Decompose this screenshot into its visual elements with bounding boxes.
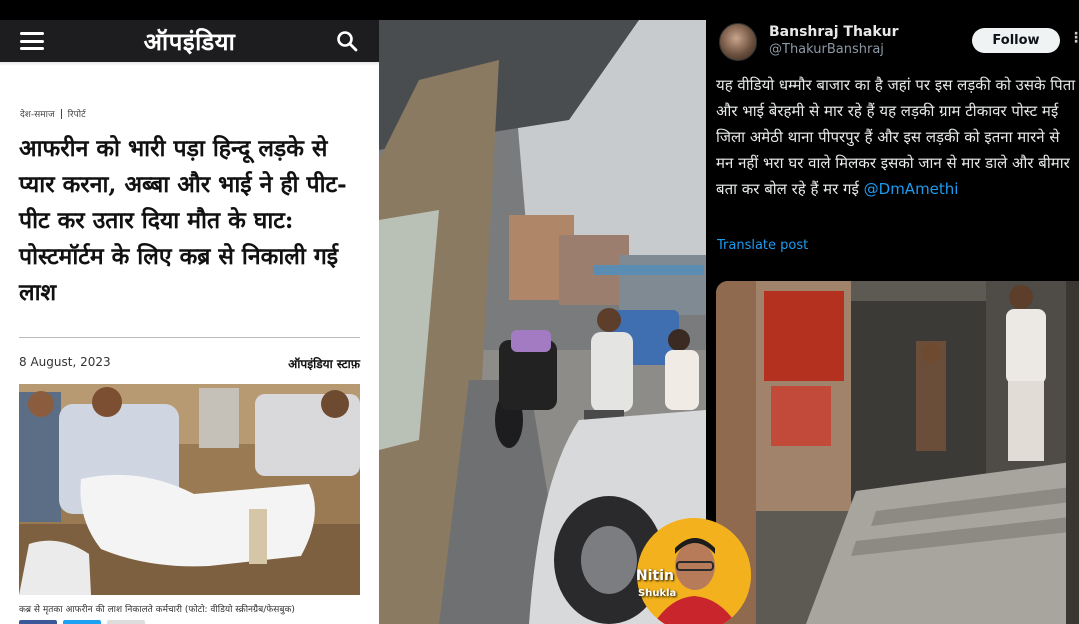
collage-screenshot: ऑपइंडिया देश-समाज रिपोर्ट आफरीन को भारी … bbox=[0, 0, 1079, 624]
breadcrumb: देश-समाज रिपोर्ट bbox=[20, 107, 379, 120]
tweet-video-media[interactable] bbox=[716, 281, 1079, 624]
article-meta: 8 August, 2023 ऑपइंडिया स्टाफ़ bbox=[19, 355, 360, 372]
tweet-handle[interactable]: @ThakurBanshraj bbox=[769, 42, 884, 57]
header-shadow bbox=[0, 62, 379, 66]
site-logo-text: ऑपइंडिया bbox=[143, 27, 236, 56]
author-link[interactable]: ऑपइंडिया स्टाफ़ bbox=[288, 355, 360, 372]
article-photo bbox=[19, 384, 360, 595]
publish-date: 8 August, 2023 bbox=[19, 355, 111, 369]
tweet-text: यह वीडियो धम्मौर बाजार का है जहां पर इस … bbox=[716, 72, 1078, 202]
hamburger-menu-icon[interactable] bbox=[20, 32, 44, 50]
watermark-badge: Nitin Shukla bbox=[633, 516, 751, 624]
avatar[interactable] bbox=[719, 23, 757, 61]
site-header: ऑपइंडिया bbox=[0, 20, 379, 62]
follow-button[interactable]: Follow bbox=[972, 28, 1060, 53]
translate-post-link[interactable]: Translate post bbox=[717, 238, 808, 253]
watermark-first-name: Nitin bbox=[636, 568, 674, 584]
more-options-icon[interactable]: ⋮ bbox=[1069, 30, 1079, 46]
mention-link[interactable]: @DmAmethi bbox=[864, 180, 959, 198]
breadcrumb-divider bbox=[60, 108, 62, 119]
category-link[interactable]: देश-समाज bbox=[20, 107, 55, 120]
watermark-last-name: Shukla bbox=[638, 588, 677, 599]
article-headline: आफरीन को भारी पड़ा हिन्दू लड़के से प्यार… bbox=[19, 135, 347, 306]
site-logo[interactable]: ऑपइंडिया bbox=[144, 25, 236, 58]
divider bbox=[19, 337, 360, 338]
twitter-share-button[interactable] bbox=[63, 620, 101, 624]
search-icon[interactable] bbox=[335, 29, 359, 53]
tweet-display-name[interactable]: Banshraj Thakur bbox=[769, 24, 899, 40]
tweet-panel: Banshraj Thakur @ThakurBanshraj Follow ⋮… bbox=[706, 0, 1079, 624]
news-article-panel: ऑपइंडिया देश-समाज रिपोर्ट आफरीन को भारी … bbox=[0, 20, 379, 624]
photo-caption: कब्र से मृतका आफरीन की लाश निकालते कर्मच… bbox=[19, 605, 295, 615]
share-button[interactable] bbox=[107, 620, 145, 624]
facebook-share-button[interactable] bbox=[19, 620, 57, 624]
article-type-link[interactable]: रिपोर्ट bbox=[68, 107, 86, 120]
